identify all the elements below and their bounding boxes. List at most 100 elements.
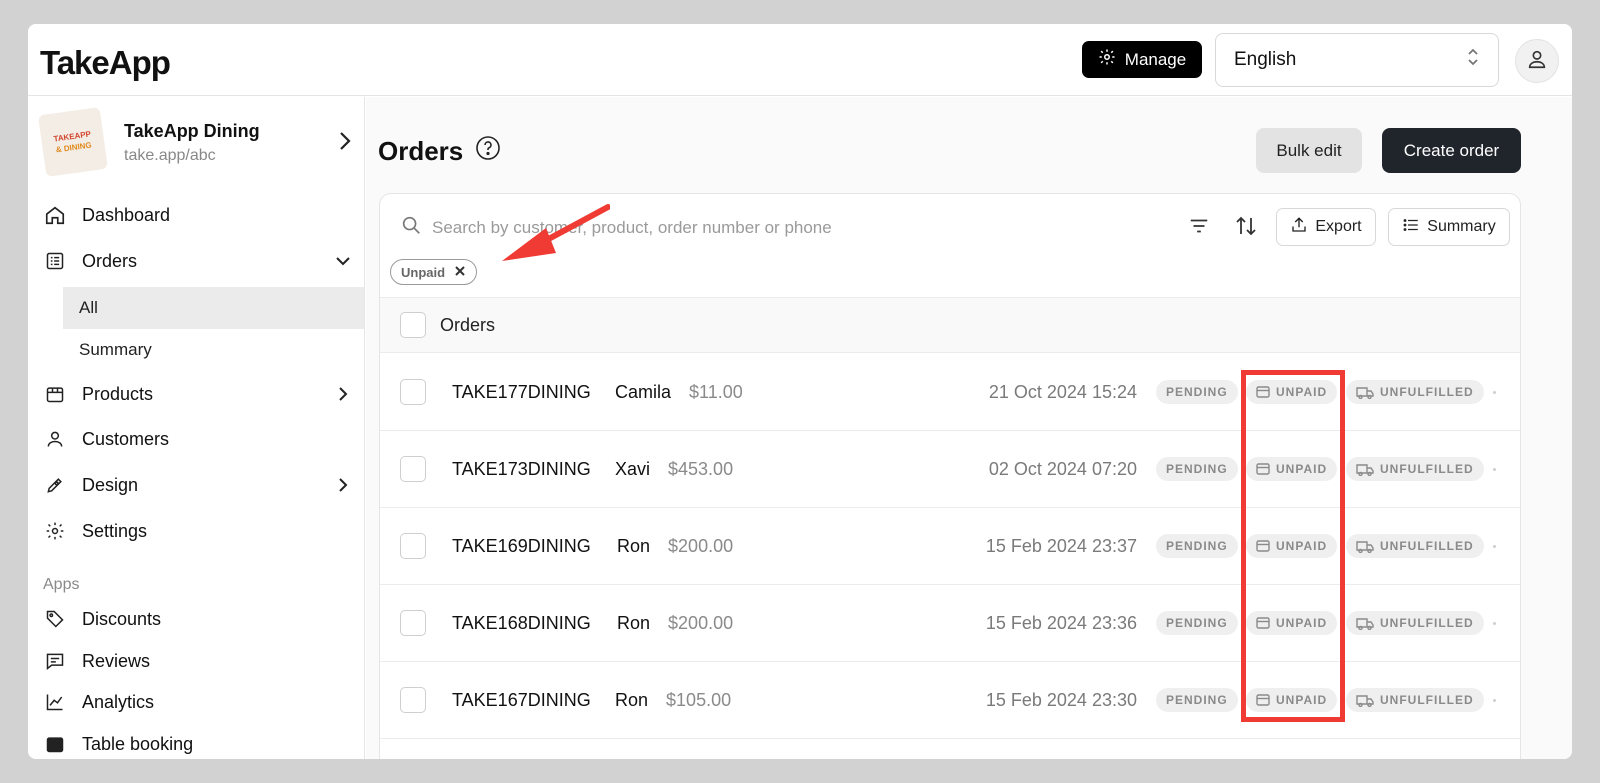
annotation-highlight-box — [1241, 370, 1345, 722]
more-dot — [1493, 545, 1496, 548]
language-select[interactable]: English — [1215, 33, 1499, 87]
filter-chip-label: Unpaid — [401, 264, 446, 280]
sidebar-item-dashboard[interactable]: Dashboard — [42, 195, 352, 235]
help-icon[interactable] — [475, 135, 501, 168]
sidebar-item-analytics[interactable]: Analytics — [42, 682, 352, 722]
filter-icon[interactable] — [1188, 215, 1210, 242]
manage-button[interactable]: Manage — [1082, 41, 1202, 78]
order-date: 15 Feb 2024 23:36 — [985, 613, 1137, 633]
fulfillment-label: UNFULFILLED — [1380, 539, 1474, 553]
sidebar-item-reviews[interactable]: Reviews — [42, 641, 352, 681]
summary-button[interactable]: Summary — [1388, 208, 1510, 246]
order-amount: $200.00 — [668, 613, 734, 633]
more-dot — [1493, 622, 1496, 625]
order-number: TAKE173DINING — [452, 459, 591, 479]
search-icon — [400, 214, 422, 241]
page-title: Orders — [378, 135, 501, 168]
store-url: take.app/abc — [124, 147, 216, 164]
search-field[interactable]: Search by customer, product, order numbe… — [400, 214, 832, 241]
sidebar-item-settings[interactable]: Settings — [42, 511, 352, 551]
export-label: Export — [1315, 218, 1362, 235]
bulk-edit-button[interactable]: Bulk edit — [1256, 128, 1362, 173]
chevron-right-icon — [334, 476, 352, 499]
sidebar-item-label: Discounts — [82, 608, 162, 629]
manage-label: Manage — [1124, 49, 1187, 69]
order-amount: $11.00 — [689, 382, 743, 402]
order-customer: Ron — [617, 536, 651, 556]
order-number: TAKE168DINING — [452, 613, 591, 633]
create-order-button[interactable]: Create order — [1382, 128, 1521, 173]
sidebar-item-label: Reviews — [82, 650, 151, 671]
summary-label: Summary — [1427, 218, 1496, 235]
table-row[interactable]: TAKE177DINING Camila $11.00 21 Oct 2024 1… — [380, 354, 1520, 431]
status-badge: PENDING — [1156, 688, 1238, 712]
app-logo[interactable]: TakeApp — [40, 44, 171, 82]
sidebar-item-label: Customers — [82, 428, 170, 449]
upload-icon — [1290, 216, 1308, 239]
row-checkbox[interactable] — [400, 456, 426, 482]
order-date: 15 Feb 2024 23:37 — [985, 536, 1137, 556]
table-row[interactable]: TAKE169DINING Ron $200.00 15 Feb 2024 23:… — [380, 508, 1520, 585]
table-row[interactable]: TAKE168DINING Ron $200.00 15 Feb 2024 23:… — [380, 585, 1520, 662]
order-customer: Ron — [615, 690, 649, 710]
table-row[interactable]: TAKE173DINING Xavi $453.00 02 Oct 2024 07… — [380, 431, 1520, 508]
order-date: 15 Feb 2024 23:30 — [985, 690, 1137, 710]
truck-icon — [1356, 463, 1374, 476]
status-badge: PENDING — [1156, 380, 1238, 404]
gear-icon — [42, 518, 68, 544]
annotation-arrow-icon — [502, 204, 610, 261]
sidebar-item-customers[interactable]: Customers — [42, 419, 352, 459]
row-checkbox[interactable] — [400, 533, 426, 559]
table-row[interactable]: TAKE167DINING Ron $105.00 15 Feb 2024 23:… — [380, 662, 1520, 739]
more-dot — [1493, 468, 1496, 471]
user-avatar-button[interactable] — [1515, 39, 1559, 83]
sidebar-item-discounts[interactable]: Discounts — [42, 599, 352, 639]
fulfillment-label: UNFULFILLED — [1380, 385, 1474, 399]
sidebar-item-label: Orders — [82, 250, 138, 271]
tag-icon — [42, 606, 68, 632]
chevron-right-icon — [334, 385, 352, 408]
close-icon[interactable] — [454, 265, 466, 280]
truck-icon — [1356, 617, 1374, 630]
gear-icon — [1098, 48, 1116, 71]
sidebar-item-label: Products — [82, 383, 154, 404]
store-switcher[interactable]: TAKEAPP & DINING TakeApp Dining take.app… — [37, 106, 352, 178]
order-number: TAKE167DINING — [452, 690, 591, 710]
home-icon — [42, 202, 68, 228]
orders-list-icon — [42, 248, 68, 274]
person-icon — [42, 426, 68, 452]
fulfillment-label: UNFULFILLED — [1380, 693, 1474, 707]
fulfillment-badge: UNFULFILLED — [1346, 380, 1484, 404]
fulfillment-badge: UNFULFILLED — [1346, 534, 1484, 558]
search-input[interactable]: Search by customer, product, order numbe… — [432, 218, 832, 238]
sidebar-item-label: Settings — [82, 520, 148, 541]
row-checkbox[interactable] — [400, 610, 426, 636]
truck-icon — [1356, 386, 1374, 399]
order-customer-amount: Ron $105.00 — [615, 690, 731, 711]
order-date: 21 Oct 2024 15:24 — [988, 382, 1137, 402]
chevron-updown-icon — [1466, 47, 1480, 73]
select-all-checkbox[interactable] — [400, 312, 426, 338]
export-button[interactable]: Export — [1276, 208, 1376, 246]
message-icon — [42, 648, 68, 674]
status-badge: PENDING — [1156, 457, 1238, 481]
row-checkbox[interactable] — [400, 379, 426, 405]
sidebar-item-label: Dashboard — [82, 204, 171, 225]
sidebar-item-orders[interactable]: Orders — [42, 241, 352, 281]
page-title-text: Orders — [378, 136, 464, 166]
order-customer-amount: Ron $200.00 — [617, 613, 733, 634]
sidebar-item-design[interactable]: Design — [42, 465, 352, 505]
more-dot — [1493, 699, 1496, 702]
more-dot — [1493, 391, 1496, 394]
order-date: 02 Oct 2024 07:20 — [988, 459, 1137, 479]
filter-chip-unpaid[interactable]: Unpaid — [390, 259, 478, 285]
sidebar-subitem-all[interactable]: All — [63, 287, 364, 329]
sort-icon[interactable] — [1234, 214, 1258, 243]
sidebar-item-table-booking[interactable]: Table booking — [42, 724, 352, 759]
order-customer: Xavi — [615, 459, 651, 479]
user-icon — [1526, 48, 1548, 75]
sidebar-subitem-summary[interactable]: Summary — [63, 329, 364, 371]
fulfillment-label: UNFULFILLED — [1380, 462, 1474, 476]
row-checkbox[interactable] — [400, 687, 426, 713]
sidebar-item-products[interactable]: Products — [42, 374, 352, 414]
